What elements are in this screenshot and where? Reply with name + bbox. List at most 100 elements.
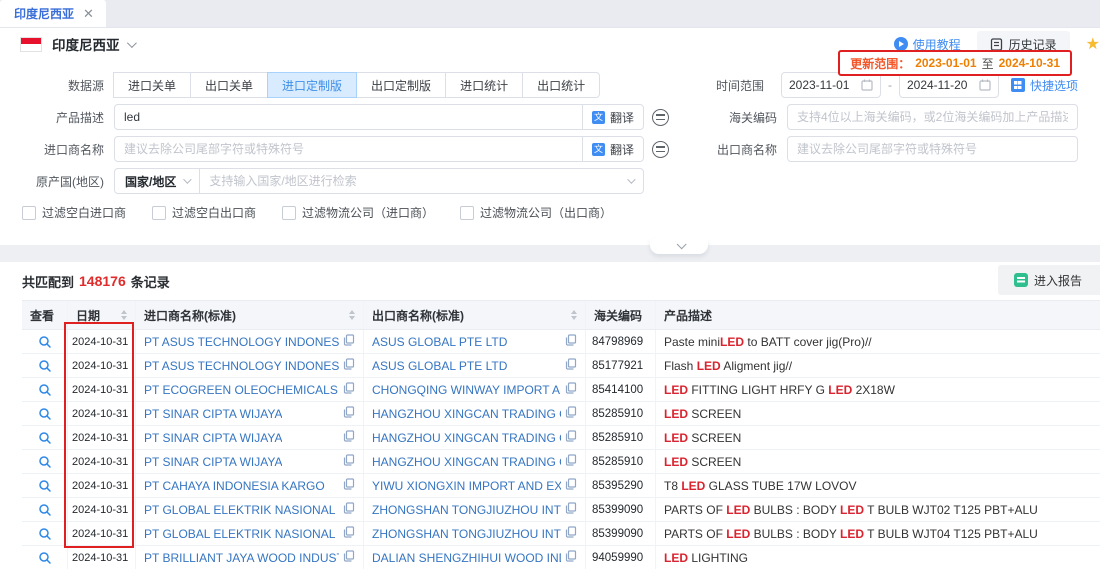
copy-icon[interactable]	[561, 406, 577, 421]
close-icon[interactable]: ✕	[83, 6, 94, 22]
copy-icon[interactable]	[561, 358, 577, 373]
collapse-panel-button[interactable]	[650, 238, 708, 254]
checkbox-label: 过滤空白出口商	[172, 204, 256, 221]
table-header-cell[interactable]: 出口商名称(标准)	[364, 301, 586, 329]
view-magnifier-icon[interactable]	[38, 455, 52, 469]
hs-code-input[interactable]	[788, 105, 1077, 129]
quick-options-button[interactable]: 快捷选项	[1011, 77, 1078, 94]
exporter-name-link[interactable]: HANGZHOU XINGCAN TRADING CO LTD	[372, 455, 561, 469]
view-cell	[22, 426, 68, 449]
sort-icon[interactable]	[345, 310, 355, 320]
copy-icon[interactable]	[561, 550, 577, 565]
chevron-down-icon[interactable]	[126, 38, 136, 48]
copy-icon[interactable]	[561, 430, 577, 445]
data-source-tab[interactable]: 出口关单	[190, 72, 268, 98]
view-magnifier-icon[interactable]	[38, 431, 52, 445]
exporter-name-link[interactable]: DALIAN SHENGZHIHUI WOOD INDUST...	[372, 551, 561, 565]
exporter-name-link[interactable]: HANGZHOU XINGCAN TRADING CO LTD	[372, 407, 561, 421]
data-source-tab[interactable]: 出口定制版	[356, 72, 446, 98]
copy-icon[interactable]	[561, 454, 577, 469]
translate-button[interactable]: 文 翻译	[582, 105, 643, 129]
copy-icon[interactable]	[561, 526, 577, 541]
filter-checkbox[interactable]: 过滤空白出口商	[152, 204, 256, 221]
data-source-tab[interactable]: 出口统计	[522, 72, 600, 98]
copy-icon[interactable]	[561, 334, 577, 349]
exporter-name-link[interactable]: ASUS GLOBAL PTE LTD	[372, 359, 507, 373]
enter-report-button[interactable]: 进入报告	[998, 265, 1100, 295]
product-desc-cell: Paste miniLED to BATT cover jig(Pro)//	[656, 330, 1100, 353]
exact-match-toggle-icon[interactable]	[652, 109, 669, 126]
sort-icon[interactable]	[567, 310, 577, 320]
exporter-input[interactable]	[788, 137, 1077, 161]
importer-name-link[interactable]: PT ASUS TECHNOLOGY INDONESIA BA...	[144, 359, 339, 373]
hs-code-cell: 94059990	[586, 546, 656, 569]
view-magnifier-icon[interactable]	[38, 359, 52, 373]
product-desc-input[interactable]	[115, 105, 582, 129]
favorite-star-icon[interactable]: ★	[1086, 34, 1100, 54]
tab-indonesia[interactable]: 印度尼西亚 ✕	[0, 0, 106, 27]
origin-select-group: 国家/地区	[114, 168, 644, 194]
exact-match-toggle-icon[interactable]	[652, 141, 669, 158]
sort-icon[interactable]	[117, 310, 127, 320]
exporter-name-link[interactable]: ASUS GLOBAL PTE LTD	[372, 335, 507, 349]
table-header-cell[interactable]: 进口商名称(标准)	[136, 301, 364, 329]
exporter-name-link[interactable]: HANGZHOU XINGCAN TRADING CO LTD	[372, 431, 561, 445]
copy-icon[interactable]	[339, 358, 355, 373]
view-magnifier-icon[interactable]	[38, 551, 52, 565]
importer-name-link[interactable]: PT BRILLIANT JAYA WOOD INDUSTRY	[144, 551, 339, 565]
translate-button[interactable]: 文 翻译	[582, 137, 643, 161]
importer-name-link[interactable]: PT CAHAYA INDONESIA KARGO	[144, 479, 325, 493]
view-magnifier-icon[interactable]	[38, 503, 52, 517]
copy-icon[interactable]	[339, 502, 355, 517]
copy-icon[interactable]	[339, 406, 355, 421]
filter-checkbox[interactable]: 过滤空白进口商	[22, 204, 126, 221]
table-header-cell[interactable]: 日期	[68, 301, 136, 329]
copy-icon[interactable]	[561, 382, 577, 397]
importer-field: 文 翻译	[114, 136, 644, 162]
table-header-cell[interactable]: 产品描述	[656, 301, 1100, 329]
exporter-name-link[interactable]: YIWU XIONGXIN IMPORT AND EXPORT...	[372, 479, 561, 493]
table-header-cell[interactable]: 海关编码	[586, 301, 656, 329]
copy-icon[interactable]	[339, 478, 355, 493]
match-count: 148176	[79, 273, 126, 289]
hs-code-cell: 85285910	[586, 426, 656, 449]
importer-row: 进口商名称 文 翻译 出口商名称	[22, 136, 1078, 162]
copy-icon[interactable]	[561, 502, 577, 517]
data-source-tab[interactable]: 进口关单	[113, 72, 191, 98]
exporter-cell: ZHONGSHAN TONGJIUZHOU INTERNA...	[364, 498, 586, 521]
update-range-start: 2023-01-01	[915, 56, 976, 70]
copy-icon[interactable]	[339, 454, 355, 469]
importer-name-link[interactable]: PT GLOBAL ELEKTRIK NASIONAL	[144, 503, 335, 517]
origin-type-select[interactable]: 国家/地区	[115, 169, 199, 193]
importer-name-link[interactable]: PT SINAR CIPTA WIJAYA	[144, 431, 282, 445]
view-magnifier-icon[interactable]	[38, 335, 52, 349]
view-magnifier-icon[interactable]	[38, 527, 52, 541]
importer-input[interactable]	[115, 137, 582, 161]
chevron-down-icon[interactable]	[627, 175, 635, 183]
importer-name-link[interactable]: PT ASUS TECHNOLOGY INDONESIA BA...	[144, 335, 339, 349]
importer-name-link[interactable]: PT SINAR CIPTA WIJAYA	[144, 407, 282, 421]
exporter-name-link[interactable]: ZHONGSHAN TONGJIUZHOU INTERNA...	[372, 503, 561, 517]
view-magnifier-icon[interactable]	[38, 383, 52, 397]
importer-name-link[interactable]: PT GLOBAL ELEKTRIK NASIONAL	[144, 527, 335, 541]
view-magnifier-icon[interactable]	[38, 407, 52, 421]
copy-icon[interactable]	[339, 334, 355, 349]
importer-cell: PT ECOGREEN OLEOCHEMICALS	[136, 378, 364, 401]
results-header: 共匹配到 148176 条记录 进入报告	[0, 262, 1100, 300]
data-source-tab[interactable]: 进口定制版	[267, 72, 357, 98]
table-header-cell[interactable]: 查看	[22, 301, 68, 329]
copy-icon[interactable]	[339, 430, 355, 445]
copy-icon[interactable]	[339, 382, 355, 397]
filter-checkbox[interactable]: 过滤物流公司（进口商）	[282, 204, 434, 221]
filter-checkbox[interactable]: 过滤物流公司（出口商）	[460, 204, 612, 221]
exporter-name-link[interactable]: CHONGQING WINWAY IMPORT AND E...	[372, 383, 561, 397]
view-magnifier-icon[interactable]	[38, 479, 52, 493]
copy-icon[interactable]	[561, 478, 577, 493]
importer-name-link[interactable]: PT ECOGREEN OLEOCHEMICALS	[144, 383, 338, 397]
data-source-tab[interactable]: 进口统计	[445, 72, 523, 98]
copy-icon[interactable]	[339, 550, 355, 565]
origin-search-input[interactable]	[200, 169, 627, 193]
copy-icon[interactable]	[339, 526, 355, 541]
exporter-name-link[interactable]: ZHONGSHAN TONGJIUZHOU INTERNA...	[372, 527, 561, 541]
importer-name-link[interactable]: PT SINAR CIPTA WIJAYA	[144, 455, 282, 469]
